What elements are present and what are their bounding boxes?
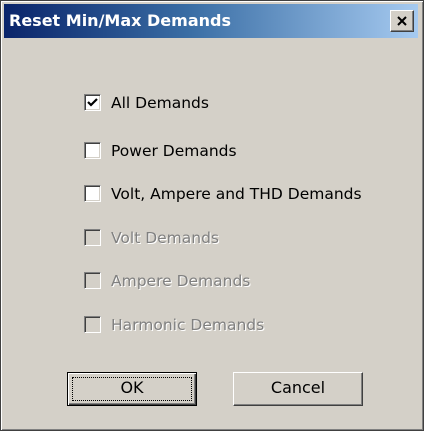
reset-demands-dialog: Reset Min/Max Demands All Demands Power … xyxy=(0,0,424,431)
power-demands-label[interactable]: Power Demands xyxy=(111,141,237,161)
volt-ampere-thd-demands-checkbox[interactable] xyxy=(84,185,101,202)
close-icon xyxy=(397,16,407,26)
ok-button-label: OK xyxy=(120,378,144,397)
volt-ampere-thd-demands-label[interactable]: Volt, Ampere and THD Demands xyxy=(111,184,362,204)
power-demands-checkbox[interactable] xyxy=(84,142,101,159)
ampere-demands-label: Ampere Demands xyxy=(111,272,251,290)
harmonic-demands-label: Harmonic Demands xyxy=(111,316,265,334)
dialog-title: Reset Min/Max Demands xyxy=(9,11,231,30)
ok-button[interactable]: OK xyxy=(67,372,197,406)
all-demands-checkbox[interactable] xyxy=(84,94,101,111)
checkmark-icon xyxy=(87,98,98,107)
all-demands-label[interactable]: All Demands xyxy=(111,93,209,113)
cancel-button-label: Cancel xyxy=(270,378,326,397)
title-bar[interactable]: Reset Min/Max Demands xyxy=(4,4,418,38)
harmonic-demands-checkbox xyxy=(84,316,101,333)
ampere-demands-checkbox xyxy=(84,272,101,289)
close-button[interactable] xyxy=(390,10,414,32)
cancel-button[interactable]: Cancel xyxy=(233,372,363,406)
volt-demands-label: Volt Demands xyxy=(111,229,220,247)
volt-demands-checkbox xyxy=(84,229,101,246)
